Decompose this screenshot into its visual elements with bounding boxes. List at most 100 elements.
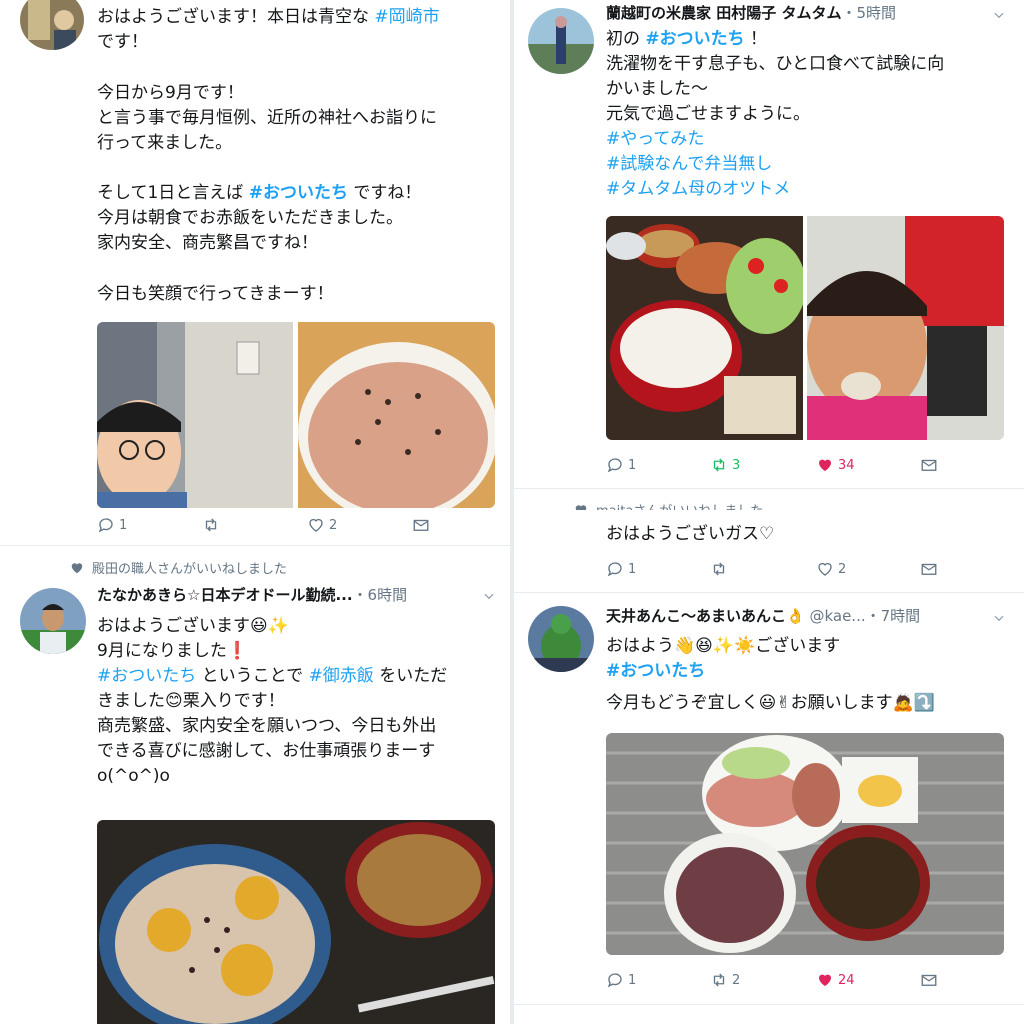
tweet-text-line: できる喜びに感謝して、お仕事頑張りまーす [97, 741, 436, 761]
tweet-text-line: 9月になりました❗ [97, 641, 248, 661]
tweet-text: 初の #おついたち ！ 洗濯物を干す息子も、ひと口食べて試験に向 かいました〜 … [606, 27, 1011, 202]
like-context: 殿田の職人さんがいいねしました [70, 558, 287, 577]
tweet-text-line: ですね！ [347, 183, 422, 203]
tweet-time[interactable]: ・5時間 [841, 4, 896, 22]
envelope-icon [921, 459, 937, 471]
heart-icon [575, 504, 587, 510]
avatar[interactable] [20, 0, 84, 50]
hashtag-link[interactable]: #おついたち [645, 29, 744, 49]
tweet-photo[interactable] [298, 322, 495, 508]
tweet-text: おはよう👋😆✨☀️ございます #おついたち [606, 634, 1011, 684]
tweet-actions: 1 2 24 [606, 969, 1006, 991]
user-handle[interactable]: @kae... [805, 607, 865, 625]
retweet-button[interactable]: 3 [710, 454, 740, 476]
tweet-text-line: おはようございます！本日は青空な [97, 7, 375, 27]
envelope-icon [413, 519, 429, 531]
retweet-button[interactable] [710, 558, 728, 580]
like-button[interactable]: 2 [307, 514, 337, 536]
avatar[interactable] [528, 8, 594, 74]
tweet-header: 蘭越町の米農家 田村陽子 タムタム・5時間 [606, 3, 986, 23]
tweet-photo[interactable] [97, 820, 495, 1024]
tweet-text-line: ということで [196, 666, 309, 686]
tweet-actions: 1 2 [97, 514, 497, 536]
hashtag-link[interactable]: #おついたち [97, 666, 196, 686]
tweet-photo[interactable] [807, 216, 1004, 440]
reply-icon [607, 973, 622, 988]
dm-button[interactable] [920, 558, 938, 580]
reply-button[interactable]: 1 [606, 969, 636, 991]
tweet-photo[interactable] [606, 733, 1004, 955]
envelope-icon [921, 563, 937, 575]
user-name[interactable]: たなかあきら☆日本デオドール勤続... [97, 586, 353, 604]
reply-button[interactable]: 1 [606, 558, 636, 580]
heart-icon [819, 459, 831, 471]
reply-button[interactable]: 1 [606, 454, 636, 476]
retweet-button[interactable] [202, 514, 224, 536]
tweet-divider [514, 1004, 1024, 1005]
reply-button[interactable]: 1 [97, 514, 127, 536]
tweet-clipped: maitaさんがいいねしました [514, 496, 1024, 510]
tweet-text-line: 元気で過ごせますように。 [606, 104, 810, 124]
tweet-text: おはようございガス♡ [606, 524, 775, 544]
tweet-photo[interactable] [97, 322, 293, 508]
tweet-header: 天井あんこ〜あまいあんこ👌 @kae...・7時間 [606, 606, 986, 626]
tweet-text: おはようございます！本日は青空な #岡崎市 です！ [97, 5, 497, 55]
tweet-text-line: そして1日と言えば [97, 183, 249, 203]
retweet-icon [713, 973, 725, 987]
reply-count: 1 [628, 457, 637, 473]
hashtag-link[interactable]: #タムタム母のオツトメ [606, 179, 790, 199]
retweet-icon [713, 458, 725, 472]
tweet-text-line: をいただ [373, 666, 448, 686]
retweet-button[interactable]: 2 [710, 969, 740, 991]
tweet-text-line: o(^o^)o [97, 766, 170, 786]
reply-icon [98, 518, 113, 533]
tweet-header: たなかあきら☆日本デオドール勤続...・6時間 [97, 585, 497, 605]
tweet-photo[interactable] [606, 216, 803, 440]
chevron-down-icon[interactable] [482, 589, 496, 603]
hashtag-link[interactable]: #やってみた [606, 129, 704, 149]
tweet-text: そして1日と言えば #おついたち ですね！ [97, 181, 497, 206]
left-column: おはようございます！本日は青空な #岡崎市 です！ 今日から9月です！ と言う事… [0, 0, 510, 1024]
retweet-icon [205, 518, 217, 532]
tweet-text-line: かいました〜 [606, 79, 708, 99]
tweet-text: おはようございます😃✨ 9月になりました❗ #おついたち ということで #御赤飯… [97, 614, 502, 789]
dm-button[interactable] [920, 969, 938, 991]
tweet-text-line: きました😊栗入りです！ [97, 691, 285, 711]
chevron-down-icon[interactable] [992, 8, 1006, 22]
tweet-text-line: 洗濯物を干す息子も、ひと口食べて試験に向 [606, 54, 945, 74]
avatar[interactable] [528, 606, 594, 672]
dm-button[interactable] [920, 454, 938, 476]
avatar[interactable] [20, 588, 86, 654]
dm-button[interactable] [412, 514, 430, 536]
tweet-text: 今日から9月です！ と言う事で毎月恒例、近所の神社へお詣りに 行って来ました。 [97, 83, 437, 153]
like-button[interactable]: 2 [816, 558, 846, 580]
tweet-text-line: ！ [744, 29, 768, 49]
hashtag-link[interactable]: #岡崎市 [374, 7, 439, 27]
right-column: 蘭越町の米農家 田村陽子 タムタム・5時間 初の #おついたち ！ 洗濯物を干す… [514, 0, 1024, 1024]
tweet-divider [514, 592, 1024, 593]
tweet-time[interactable]: ・6時間 [353, 586, 408, 604]
like-button[interactable]: 24 [816, 969, 855, 991]
chevron-down-icon[interactable] [992, 611, 1006, 625]
user-name[interactable]: 天井あんこ〜あまいあんこ👌 [606, 607, 805, 625]
hashtag-link[interactable]: #御赤飯 [309, 666, 374, 686]
tweet-text: 今月もどうぞ宜しく😃✌お願いします🙇⤵️ [606, 693, 935, 713]
like-count: 24 [838, 972, 855, 988]
like-count: 2 [838, 561, 847, 577]
like-count: 34 [838, 457, 855, 473]
reply-count: 1 [628, 972, 637, 988]
like-context: maitaさんがいいねしました [574, 500, 763, 510]
hashtag-link[interactable]: #おついたち [606, 661, 705, 681]
heart-icon [819, 974, 831, 986]
retweet-count: 3 [732, 457, 741, 473]
hashtag-link[interactable]: #試験なんで弁当無し [606, 154, 772, 174]
reply-icon [607, 458, 622, 473]
hashtag-link[interactable]: #おついたち [249, 183, 348, 203]
user-name[interactable]: 蘭越町の米農家 田村陽子 タムタム [606, 4, 841, 22]
tweet-time[interactable]: ・7時間 [866, 607, 921, 625]
heart-icon [818, 562, 832, 576]
tweet-actions: 1 3 34 [606, 454, 1006, 476]
like-button[interactable]: 34 [816, 454, 855, 476]
tweet-text-line: 初の [606, 29, 646, 49]
tweet-text-line: おはよう👋😆✨☀️ございます [606, 636, 841, 656]
